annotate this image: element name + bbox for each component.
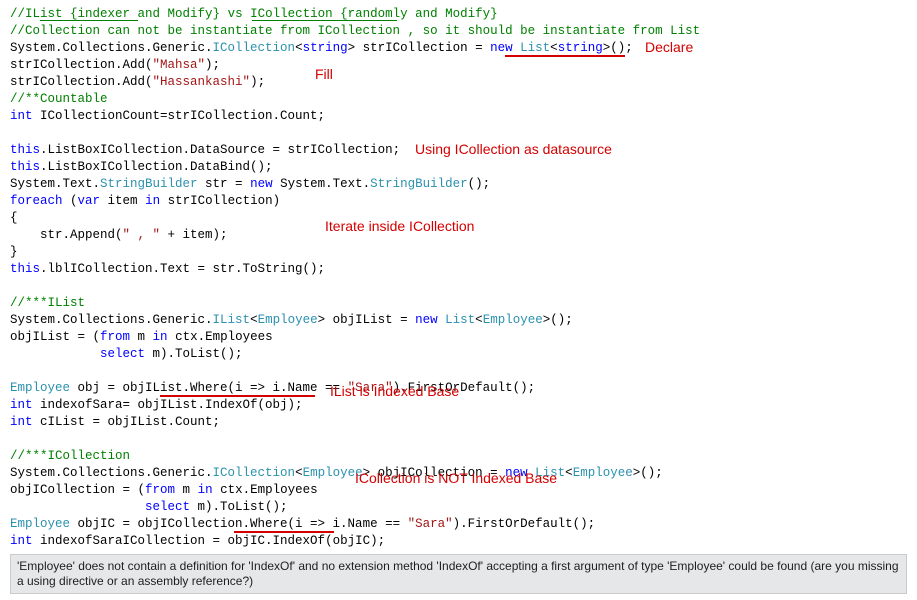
underline-red [505,55,625,57]
code-line: int ICollectionCount=strICollection.Coun… [10,108,907,125]
label-ilist-indexed: IList is Indexed Base [330,383,459,400]
code-line: int indexofSaraICollection = objIC.Index… [10,533,907,550]
code-line: //***IList [10,295,907,312]
code-line: //**Countable [10,91,907,108]
underline-red [160,395,315,397]
label-icoll-not-indexed: ICollection is NOT Indexed Base [355,470,557,487]
code-line: select m).ToList(); [10,346,907,363]
label-declare: Declare [645,39,693,56]
code-line: strICollection.Add("Hassankashi"); [10,74,907,91]
label-iterate: Iterate inside ICollection [325,218,474,235]
underline-red [234,531,334,533]
code-line: //IList {indexer and Modify} vs ICollect… [10,6,907,23]
code-block: Declare Fill Using ICollection as dataso… [10,6,907,550]
code-line: System.Text.StringBuilder str = new Syst… [10,176,907,193]
label-fill: Fill [315,66,333,83]
code-line: //***ICollection [10,448,907,465]
code-line: } [10,244,907,261]
code-line: objIList = (from m in ctx.Employees [10,329,907,346]
code-line: Employee objIC = objICollection.Where(i … [10,516,907,533]
error-tooltip: 'Employee' does not contain a definition… [10,554,907,594]
code-line: System.Collections.Generic.ICollection<s… [10,40,907,57]
underline-green [40,20,138,21]
label-using-datasource: Using ICollection as datasource [415,141,612,158]
code-line: int cIList = objIList.Count; [10,414,907,431]
code-line: select m).ToList(); [10,499,907,516]
code-line: strICollection.Add("Mahsa"); [10,57,907,74]
code-line: foreach (var item in strICollection) [10,193,907,210]
code-line: System.Collections.Generic.IList<Employe… [10,312,907,329]
code-line: this.lblICollection.Text = str.ToString(… [10,261,907,278]
code-line: this.ListBoxICollection.DataBind(); [10,159,907,176]
underline-green [252,20,397,21]
code-line: //Collection can not be instantiate from… [10,23,907,40]
